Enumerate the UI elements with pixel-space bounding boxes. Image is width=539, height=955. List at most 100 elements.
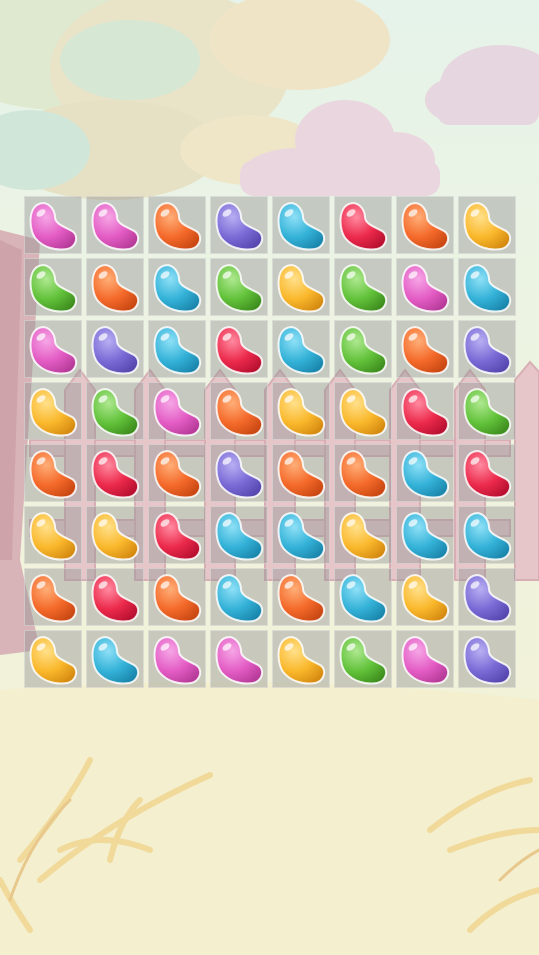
- orange-jelly-bean-icon: [401, 202, 450, 251]
- board-cell[interactable]: [334, 258, 392, 316]
- cyan-jelly-bean-icon: [277, 326, 326, 375]
- board-cell[interactable]: [396, 444, 454, 502]
- green-jelly-bean-icon: [91, 388, 140, 437]
- board-cell[interactable]: [458, 506, 516, 564]
- pink-jelly-bean-icon: [153, 636, 202, 685]
- board-cell[interactable]: [334, 568, 392, 626]
- board-cell[interactable]: [272, 320, 330, 378]
- red-jelly-bean-icon: [339, 202, 388, 251]
- board-cell[interactable]: [86, 506, 144, 564]
- board-cell[interactable]: [396, 320, 454, 378]
- cyan-jelly-bean-icon: [401, 512, 450, 561]
- board-cell[interactable]: [210, 382, 268, 440]
- green-jelly-bean-icon: [339, 636, 388, 685]
- board-cell[interactable]: [334, 196, 392, 254]
- board-cell[interactable]: [272, 568, 330, 626]
- orange-jelly-bean-icon: [277, 450, 326, 499]
- board-cell[interactable]: [148, 506, 206, 564]
- board-cell[interactable]: [396, 630, 454, 688]
- game-board: [24, 196, 520, 692]
- purple-jelly-bean-icon: [215, 450, 264, 499]
- board-cell[interactable]: [148, 382, 206, 440]
- board-cell[interactable]: [396, 196, 454, 254]
- yellow-jelly-bean-icon: [277, 636, 326, 685]
- board-cell[interactable]: [148, 568, 206, 626]
- board-cell[interactable]: [24, 568, 82, 626]
- board-cell[interactable]: [24, 382, 82, 440]
- board-cell[interactable]: [210, 444, 268, 502]
- orange-jelly-bean-icon: [401, 326, 450, 375]
- board-cell[interactable]: [458, 630, 516, 688]
- board-cell[interactable]: [396, 506, 454, 564]
- board-cell[interactable]: [24, 444, 82, 502]
- board-cell[interactable]: [396, 382, 454, 440]
- cyan-jelly-bean-icon: [277, 202, 326, 251]
- board-cell[interactable]: [272, 630, 330, 688]
- board-cell[interactable]: [334, 630, 392, 688]
- pink-jelly-bean-icon: [401, 264, 450, 313]
- board-cell[interactable]: [396, 568, 454, 626]
- board-cell[interactable]: [272, 258, 330, 316]
- orange-jelly-bean-icon: [29, 574, 78, 623]
- board-cell[interactable]: [396, 258, 454, 316]
- pink-jelly-bean-icon: [153, 388, 202, 437]
- board-cell[interactable]: [272, 506, 330, 564]
- board-cell[interactable]: [458, 258, 516, 316]
- board-cell[interactable]: [272, 196, 330, 254]
- cyan-jelly-bean-icon: [153, 264, 202, 313]
- cyan-jelly-bean-icon: [463, 264, 512, 313]
- red-jelly-bean-icon: [401, 388, 450, 437]
- board-cell[interactable]: [24, 196, 82, 254]
- board-cell[interactable]: [24, 320, 82, 378]
- green-jelly-bean-icon: [29, 264, 78, 313]
- purple-jelly-bean-icon: [215, 202, 264, 251]
- pink-jelly-bean-icon: [29, 326, 78, 375]
- board-cell[interactable]: [24, 258, 82, 316]
- board-cell[interactable]: [458, 320, 516, 378]
- board-cell[interactable]: [210, 320, 268, 378]
- board-cell[interactable]: [334, 382, 392, 440]
- board-cell[interactable]: [210, 630, 268, 688]
- yellow-jelly-bean-icon: [339, 512, 388, 561]
- board-cell[interactable]: [148, 320, 206, 378]
- board-cell[interactable]: [148, 196, 206, 254]
- board-cell[interactable]: [86, 444, 144, 502]
- cyan-jelly-bean-icon: [215, 574, 264, 623]
- orange-jelly-bean-icon: [153, 574, 202, 623]
- board-cell[interactable]: [458, 568, 516, 626]
- board-cell[interactable]: [210, 506, 268, 564]
- yellow-jelly-bean-icon: [401, 574, 450, 623]
- board-cell[interactable]: [334, 320, 392, 378]
- board-cell[interactable]: [148, 630, 206, 688]
- purple-jelly-bean-icon: [463, 574, 512, 623]
- board-cell[interactable]: [86, 568, 144, 626]
- orange-jelly-bean-icon: [29, 450, 78, 499]
- board-cell[interactable]: [210, 258, 268, 316]
- green-jelly-bean-icon: [339, 264, 388, 313]
- board-cell[interactable]: [458, 196, 516, 254]
- board-cell[interactable]: [148, 444, 206, 502]
- board-cell[interactable]: [334, 506, 392, 564]
- board-cell[interactable]: [272, 382, 330, 440]
- orange-jelly-bean-icon: [153, 202, 202, 251]
- orange-jelly-bean-icon: [277, 574, 326, 623]
- orange-jelly-bean-icon: [153, 450, 202, 499]
- board-cell[interactable]: [458, 382, 516, 440]
- cyan-jelly-bean-icon: [153, 326, 202, 375]
- board-cell[interactable]: [86, 196, 144, 254]
- board-cell[interactable]: [86, 630, 144, 688]
- board-cell[interactable]: [210, 568, 268, 626]
- board-cell[interactable]: [86, 320, 144, 378]
- board-cell[interactable]: [334, 444, 392, 502]
- board-cell[interactable]: [458, 444, 516, 502]
- board-cell[interactable]: [24, 630, 82, 688]
- board-cell[interactable]: [24, 506, 82, 564]
- cyan-jelly-bean-icon: [339, 574, 388, 623]
- board-cell[interactable]: [272, 444, 330, 502]
- board-cell[interactable]: [148, 258, 206, 316]
- board-cell[interactable]: [86, 382, 144, 440]
- yellow-jelly-bean-icon: [277, 264, 326, 313]
- board-cell[interactable]: [210, 196, 268, 254]
- ground: [0, 682, 539, 955]
- board-cell[interactable]: [86, 258, 144, 316]
